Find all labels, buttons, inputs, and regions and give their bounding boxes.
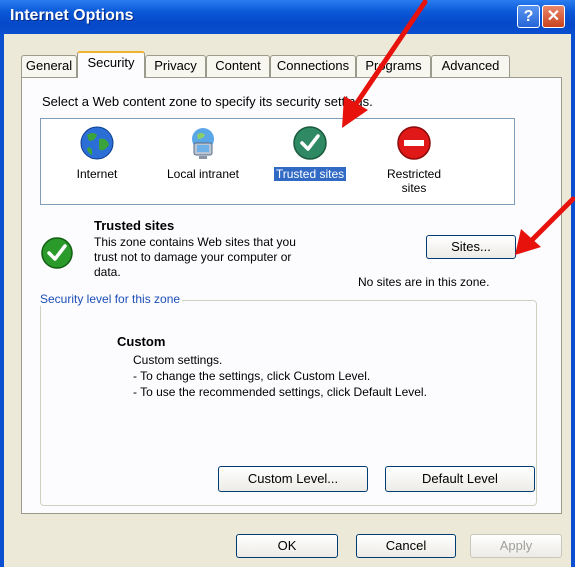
zone-instruction: Select a Web content zone to specify its…	[42, 94, 373, 109]
security-level-line2: - To change the settings, click Custom L…	[133, 369, 371, 383]
annotation-arrow-trusted	[342, 0, 428, 128]
cancel-button[interactable]: Cancel	[356, 534, 456, 558]
tab-security[interactable]: Security	[77, 51, 145, 78]
zone-info-desc-line2: trust not to damage your computer or	[94, 250, 292, 264]
ok-button[interactable]: OK	[236, 534, 338, 558]
zone-info-desc-line1: This zone contains Web sites that you	[94, 235, 296, 249]
security-level-legend: Security level for this zone	[38, 292, 183, 306]
default-level-button[interactable]: Default Level	[385, 466, 535, 492]
sites-button[interactable]: Sites...	[426, 235, 516, 259]
trusted-check-icon	[293, 126, 327, 160]
apply-button: Apply	[470, 534, 562, 558]
zone-info-title: Trusted sites	[94, 218, 175, 233]
zone-label-restricted-sites: Restricted sites	[386, 167, 442, 195]
tab-advanced[interactable]: Advanced	[431, 55, 510, 77]
tab-general[interactable]: General	[21, 55, 77, 77]
tab-privacy[interactable]: Privacy	[145, 55, 206, 77]
tab-content[interactable]: Content	[206, 55, 270, 77]
intranet-icon	[192, 128, 214, 159]
zone-label-internet: Internet	[76, 167, 118, 181]
zone-local-intranet[interactable]: Local intranet	[148, 119, 258, 204]
trusted-zone-icon	[41, 237, 73, 269]
security-level-line3: - To use the recommended settings, click…	[133, 385, 427, 399]
window-frame-left	[0, 34, 4, 567]
security-level-line1: Custom settings.	[133, 353, 223, 367]
sites-status: No sites are in this zone.	[358, 275, 490, 289]
custom-level-button[interactable]: Custom Level...	[218, 466, 368, 492]
zone-info-desc-line3: data.	[94, 265, 121, 279]
window-frame-right	[571, 34, 575, 567]
security-level-name: Custom	[117, 334, 166, 349]
internet-options-dialog: Internet Options ? ✕ General Security Pr…	[0, 0, 575, 567]
zone-internet[interactable]: Internet	[47, 119, 147, 204]
window-title: Internet Options	[10, 7, 134, 24]
globe-icon	[80, 126, 114, 160]
title-bar[interactable]: Internet Options ? ✕	[0, 0, 575, 34]
annotation-arrow-sites	[515, 196, 575, 255]
help-button[interactable]: ?	[517, 5, 540, 28]
zone-list: Internet Local intranet Trusted sites Re…	[40, 118, 515, 205]
zone-label-local-intranet: Local intranet	[166, 167, 240, 181]
zone-label-trusted-sites: Trusted sites	[272, 166, 348, 182]
close-button[interactable]: ✕	[542, 5, 565, 28]
